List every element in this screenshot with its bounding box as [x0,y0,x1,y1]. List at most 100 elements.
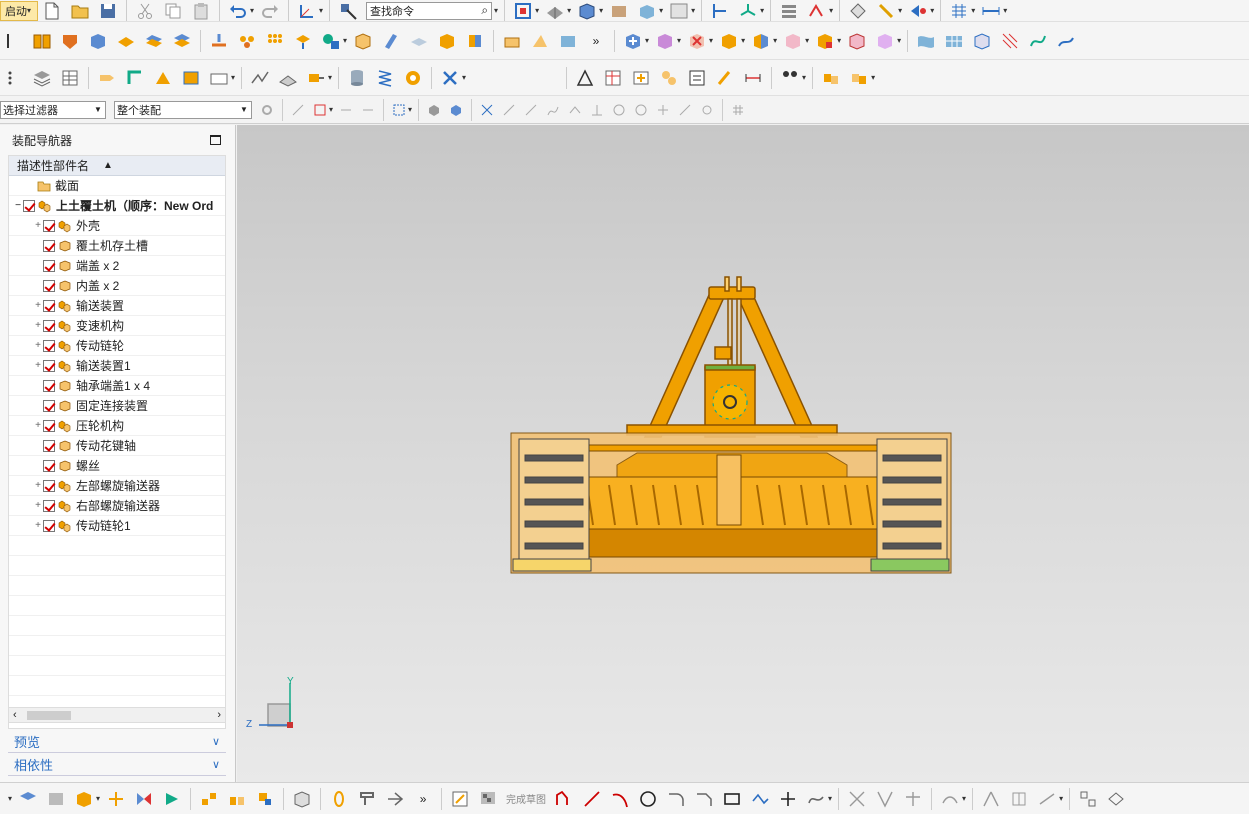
chevron-down-icon[interactable]: ▾ [760,6,764,15]
more-icon[interactable]: » [412,788,434,810]
visibility-checkbox[interactable] [43,379,55,392]
add-component-icon[interactable] [73,788,95,810]
visibility-checkbox[interactable] [43,279,55,292]
tree-row[interactable]: − 上土覆土机（顺序：New Ord [9,196,225,216]
chevron-down-icon[interactable]: ▾ [1003,6,1007,15]
expand-icon[interactable]: + [33,300,43,311]
chevron-down-icon[interactable]: ▾ [805,36,809,45]
drawing-table-icon[interactable] [602,67,624,89]
fillet-icon[interactable] [665,788,687,810]
triangle-icon[interactable] [574,67,596,89]
sketch-settings-icon[interactable] [1077,788,1099,810]
visibility-checkbox[interactable] [43,359,55,372]
spline-icon[interactable] [805,788,827,810]
visibility-checkbox[interactable] [43,299,55,312]
chevron-down-icon[interactable]: ▾ [930,6,934,15]
chevron-down-icon[interactable]: ▾ [462,73,466,82]
table-icon[interactable] [59,67,81,89]
clamp-icon[interactable] [356,788,378,810]
wcs-icon[interactable] [296,0,318,21]
expand-icon[interactable]: + [33,360,43,371]
chevron-down-icon[interactable]: ▾ [837,36,841,45]
command-search-input[interactable]: 查找命令 ⌕ [366,1,493,20]
tree-row[interactable]: + 输送装置1 [9,356,225,376]
snap-curve-icon[interactable] [545,102,561,118]
chevron-down-icon[interactable]: ▾ [494,6,498,15]
cut-icon[interactable] [134,0,156,21]
snap-point-icon[interactable] [806,0,828,21]
replace-component-icon[interactable] [226,788,248,810]
visibility-checkbox[interactable] [43,499,55,512]
visibility-checkbox[interactable] [43,259,55,272]
expand-icon[interactable]: + [33,500,43,511]
analysis-icon[interactable] [847,0,869,21]
snap-center-icon[interactable] [611,102,627,118]
trim-feature-icon[interactable] [782,30,804,52]
chamfer-icon[interactable] [693,788,715,810]
chevron-down-icon[interactable]: ▾ [535,6,539,15]
snap-perpendicular-icon[interactable] [589,102,605,118]
frame-icon[interactable] [180,67,202,89]
constraint-icon[interactable] [320,30,342,52]
snap-intersection-icon[interactable] [699,102,715,118]
select-face-icon[interactable] [426,102,442,118]
expand-icon[interactable]: + [33,520,43,531]
visibility-checkbox[interactable] [43,459,55,472]
snap-point-plus-icon[interactable] [655,102,671,118]
chevron-down-icon[interactable]: ▾ [829,6,833,15]
maximize-icon[interactable] [210,135,221,145]
chevron-down-icon[interactable]: ▾ [677,36,681,45]
add-view-icon[interactable] [630,67,652,89]
tag-icon[interactable] [96,67,118,89]
chevron-down-icon[interactable]: ▾ [709,36,713,45]
command-finder-icon[interactable] [337,0,359,21]
chevron-down-icon[interactable]: ▾ [871,73,875,82]
tree-row[interactable]: + 变速机构 [9,316,225,336]
chevron-down-icon[interactable]: ▾ [802,73,806,82]
brush-icon[interactable] [714,67,736,89]
select-body-icon[interactable] [338,102,354,118]
sheet-metal-icon[interactable] [45,788,67,810]
open-folder-icon[interactable] [69,0,91,21]
polygon-icon[interactable] [749,788,771,810]
dimension-icon[interactable] [742,67,764,89]
view-triad-icon[interactable] [737,0,759,21]
profile-icon[interactable] [553,788,575,810]
collapse-icon[interactable]: − [13,200,23,211]
chevron-down-icon[interactable]: ▾ [691,6,695,15]
play-icon[interactable] [161,788,183,810]
cube-part-icon[interactable] [436,30,458,52]
model-drawing[interactable] [237,125,1249,782]
line-icon[interactable] [581,788,603,810]
visibility-checkbox[interactable] [43,219,55,232]
visibility-checkbox[interactable] [43,439,55,452]
move-component-icon[interactable] [292,30,314,52]
color-swatch-icon[interactable] [668,0,690,21]
snap-endpoint-icon[interactable] [479,102,495,118]
snap-line-icon[interactable] [501,102,517,118]
chevron-down-icon[interactable]: ▾ [96,794,100,803]
plate-icon[interactable] [115,30,137,52]
chevron-down-icon[interactable]: ▾ [8,794,12,803]
auto-dimension-icon[interactable] [1036,788,1058,810]
corner-icon[interactable] [902,788,924,810]
pattern-component-icon[interactable] [198,788,220,810]
layered-part-icon[interactable] [464,30,486,52]
undo-icon[interactable] [227,0,249,21]
chevron-down-icon[interactable]: ▾ [1059,794,1063,803]
search-icon[interactable]: ⌕ [481,3,488,18]
extend-icon[interactable] [874,788,896,810]
preview-section[interactable]: 预览 ∨ [8,731,226,753]
texture-icon[interactable] [608,0,630,21]
add-feature-icon[interactable] [622,30,644,52]
tree-row[interactable]: 螺丝 [9,456,225,476]
shell-feature-icon[interactable] [846,30,868,52]
tree-row[interactable]: 固定连接装置 [9,396,225,416]
tools-icon[interactable] [439,67,461,89]
tree-row[interactable]: + 外壳 [9,216,225,236]
chain-link-icon[interactable] [328,788,350,810]
stack-icon[interactable] [171,30,193,52]
finish-sketch-label[interactable]: 完成草图 [506,791,546,806]
filter-gear-icon[interactable] [259,102,275,118]
tree-horizontal-scrollbar[interactable]: ‹ › [8,707,226,723]
